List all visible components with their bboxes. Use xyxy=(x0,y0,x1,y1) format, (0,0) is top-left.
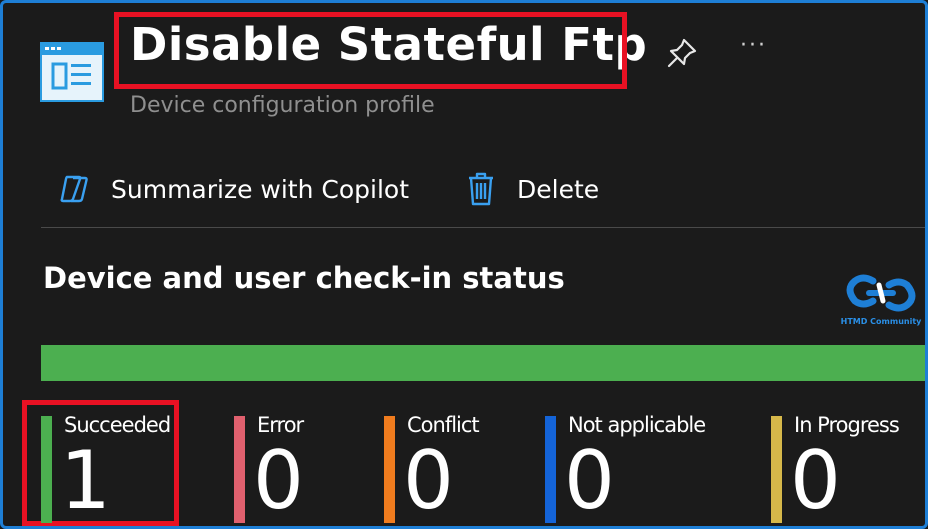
section-title: Device and user check-in status xyxy=(43,261,565,295)
tile-accent xyxy=(234,416,245,523)
more-options-button[interactable]: ··· xyxy=(740,33,767,58)
delete-button[interactable]: Delete xyxy=(463,168,599,210)
tile-count: 1 xyxy=(60,434,111,527)
profile-document-icon xyxy=(39,41,105,103)
tile-count: 0 xyxy=(790,434,841,527)
status-bar xyxy=(41,345,925,381)
tile-accent xyxy=(545,416,556,523)
tile-accent xyxy=(41,416,52,523)
page-subtitle: Device configuration profile xyxy=(130,93,435,118)
copilot-label: Summarize with Copilot xyxy=(111,174,410,204)
pin-icon[interactable] xyxy=(665,36,699,70)
tile-count: 0 xyxy=(253,434,304,527)
logo-text: HTMD Community xyxy=(840,317,922,326)
copilot-icon xyxy=(57,170,95,208)
summarize-with-copilot-button[interactable]: Summarize with Copilot xyxy=(57,168,409,210)
htmd-community-logo: HTMD Community xyxy=(839,271,923,329)
tile-count: 0 xyxy=(403,434,454,527)
tile-accent xyxy=(384,416,395,523)
trash-icon xyxy=(463,170,501,208)
tile-count: 0 xyxy=(564,434,615,527)
profile-blade: Disable Stateful Ftp ··· Device configur… xyxy=(0,0,928,529)
delete-label: Delete xyxy=(517,174,600,204)
toolbar-divider xyxy=(41,227,925,228)
tile-accent xyxy=(771,416,782,523)
title-highlight-box xyxy=(114,12,627,89)
